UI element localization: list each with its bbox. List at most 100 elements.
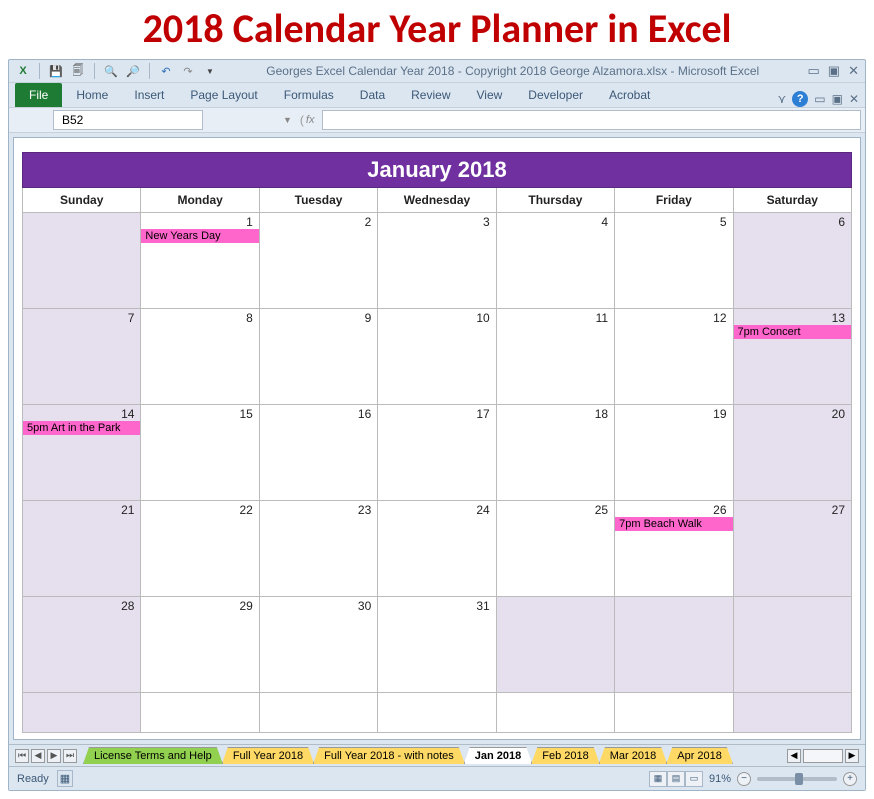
print-icon[interactable]: 🗐 <box>70 63 86 79</box>
calendar-cell[interactable]: 24 <box>378 501 496 597</box>
calendar-cell[interactable]: 18 <box>496 405 614 501</box>
calendar-cell[interactable] <box>615 597 733 693</box>
calendar-cell[interactable]: 15 <box>141 405 259 501</box>
day-number: 5 <box>720 215 727 229</box>
calendar-cell[interactable] <box>141 693 259 733</box>
calendar-cell[interactable]: 23 <box>259 501 377 597</box>
sheet-tab[interactable]: License Terms and Help <box>83 747 223 764</box>
calendar-cell[interactable] <box>615 693 733 733</box>
save-icon[interactable]: 💾 <box>48 63 64 79</box>
calendar-cell[interactable]: 29 <box>141 597 259 693</box>
calendar-cell[interactable]: 30 <box>259 597 377 693</box>
name-box[interactable]: B52 <box>53 110 203 130</box>
macro-record-icon[interactable]: ▦ <box>57 770 73 787</box>
hscroll-left-icon[interactable]: ◀ <box>787 749 801 763</box>
tab-nav-first-icon[interactable]: ⏮ <box>15 749 29 763</box>
ribbon-minimize-icon[interactable]: ▭ <box>814 92 825 106</box>
tab-nav-prev-icon[interactable]: ◀ <box>31 749 45 763</box>
ribbon-tab-formulas[interactable]: Formulas <box>272 84 346 107</box>
fx-icon[interactable]: fx <box>306 114 315 126</box>
ribbon-tab-home[interactable]: Home <box>64 84 120 107</box>
ribbon-tab-page-layout[interactable]: Page Layout <box>178 84 269 107</box>
name-box-dropdown-icon[interactable]: ▼ <box>283 115 292 125</box>
calendar-cell[interactable]: 4 <box>496 213 614 309</box>
zoom-slider[interactable] <box>757 777 837 781</box>
worksheet-area[interactable]: January 2018 SundayMondayTuesdayWednesda… <box>13 137 861 740</box>
zoom-out-icon[interactable]: − <box>737 772 751 786</box>
calendar-cell[interactable]: 22 <box>141 501 259 597</box>
calendar-cell[interactable]: 16 <box>259 405 377 501</box>
calendar-cell[interactable]: 31 <box>378 597 496 693</box>
tab-nav-last-icon[interactable]: ⏭ <box>63 749 77 763</box>
zoom-level[interactable]: 91% <box>709 773 731 785</box>
sheet-tab[interactable]: Feb 2018 <box>531 747 599 764</box>
calendar-cell[interactable]: 7 <box>23 309 141 405</box>
calendar-cell[interactable] <box>496 693 614 733</box>
ribbon-options-icon[interactable]: ⋎ <box>777 92 786 106</box>
calendar-cell[interactable] <box>259 693 377 733</box>
hscroll-right-icon[interactable]: ▶ <box>845 749 859 763</box>
calendar-cell[interactable]: 10 <box>378 309 496 405</box>
calendar-cell[interactable]: 27 <box>733 501 851 597</box>
restore-icon[interactable]: ▣ <box>828 63 840 79</box>
find-icon[interactable]: 🔍 <box>103 63 119 79</box>
ribbon-tab-acrobat[interactable]: Acrobat <box>597 84 662 107</box>
calendar-cell[interactable] <box>378 693 496 733</box>
ribbon-tab-data[interactable]: Data <box>348 84 397 107</box>
calendar-event[interactable]: 7pm Concert <box>734 325 851 339</box>
zoom-in-icon[interactable]: + <box>843 772 857 786</box>
calendar-cell[interactable] <box>23 213 141 309</box>
view-normal-icon[interactable]: ▦ <box>649 771 667 787</box>
view-page-break-icon[interactable]: ▭ <box>685 771 703 787</box>
calendar-cell[interactable]: 145pm Art in the Park <box>23 405 141 501</box>
filter-icon[interactable]: 🔎 <box>125 63 141 79</box>
sheet-tab[interactable]: Mar 2018 <box>599 747 667 764</box>
calendar-cell[interactable]: 8 <box>141 309 259 405</box>
qat-dropdown-icon[interactable]: ▼ <box>202 63 218 79</box>
calendar-cell[interactable]: 11 <box>496 309 614 405</box>
calendar-cell[interactable]: 9 <box>259 309 377 405</box>
calendar-cell[interactable]: 5 <box>615 213 733 309</box>
sheet-tab[interactable]: Apr 2018 <box>666 747 733 764</box>
calendar-cell[interactable] <box>23 693 141 733</box>
ribbon-restore-icon[interactable]: ▣ <box>832 92 843 106</box>
redo-icon[interactable]: ↷ <box>180 63 196 79</box>
ribbon-tab-review[interactable]: Review <box>399 84 462 107</box>
calendar-cell[interactable]: 21 <box>23 501 141 597</box>
close-icon[interactable]: ✕ <box>848 63 859 79</box>
sheet-tab[interactable]: Full Year 2018 - with notes <box>313 747 465 764</box>
formula-input[interactable] <box>322 110 861 130</box>
calendar-event[interactable]: New Years Day <box>141 229 258 243</box>
calendar-cell[interactable]: 25 <box>496 501 614 597</box>
sheet-tab[interactable]: Jan 2018 <box>464 747 532 764</box>
view-page-layout-icon[interactable]: ▤ <box>667 771 685 787</box>
ribbon-tab-view[interactable]: View <box>465 84 515 107</box>
calendar-cell[interactable]: 17 <box>378 405 496 501</box>
calendar-cell[interactable]: 137pm Concert <box>733 309 851 405</box>
calendar-cell[interactable]: 28 <box>23 597 141 693</box>
ribbon-tab-file[interactable]: File <box>15 83 62 107</box>
minimize-icon[interactable]: ▭ <box>808 63 820 79</box>
calendar-event[interactable]: 5pm Art in the Park <box>23 421 140 435</box>
calendar-cell[interactable]: 12 <box>615 309 733 405</box>
calendar-cell[interactable]: 19 <box>615 405 733 501</box>
help-icon[interactable]: ? <box>792 91 808 107</box>
ribbon-close-icon[interactable]: ✕ <box>849 92 859 106</box>
calendar-cell[interactable]: 2 <box>259 213 377 309</box>
calendar-cell[interactable] <box>733 693 851 733</box>
calendar-event[interactable]: 7pm Beach Walk <box>615 517 732 531</box>
calendar-header: Thursday <box>496 188 614 213</box>
undo-icon[interactable]: ↶ <box>158 63 174 79</box>
calendar-cell[interactable]: 6 <box>733 213 851 309</box>
calendar-cell[interactable]: 3 <box>378 213 496 309</box>
hscroll-track[interactable] <box>803 749 843 763</box>
calendar-cell[interactable]: 267pm Beach Walk <box>615 501 733 597</box>
ribbon-tab-insert[interactable]: Insert <box>122 84 176 107</box>
calendar-cell[interactable]: 20 <box>733 405 851 501</box>
calendar-cell[interactable] <box>496 597 614 693</box>
sheet-tab[interactable]: Full Year 2018 <box>222 747 314 764</box>
calendar-cell[interactable]: 1New Years Day <box>141 213 259 309</box>
tab-nav-next-icon[interactable]: ▶ <box>47 749 61 763</box>
calendar-cell[interactable] <box>733 597 851 693</box>
ribbon-tab-developer[interactable]: Developer <box>516 84 595 107</box>
